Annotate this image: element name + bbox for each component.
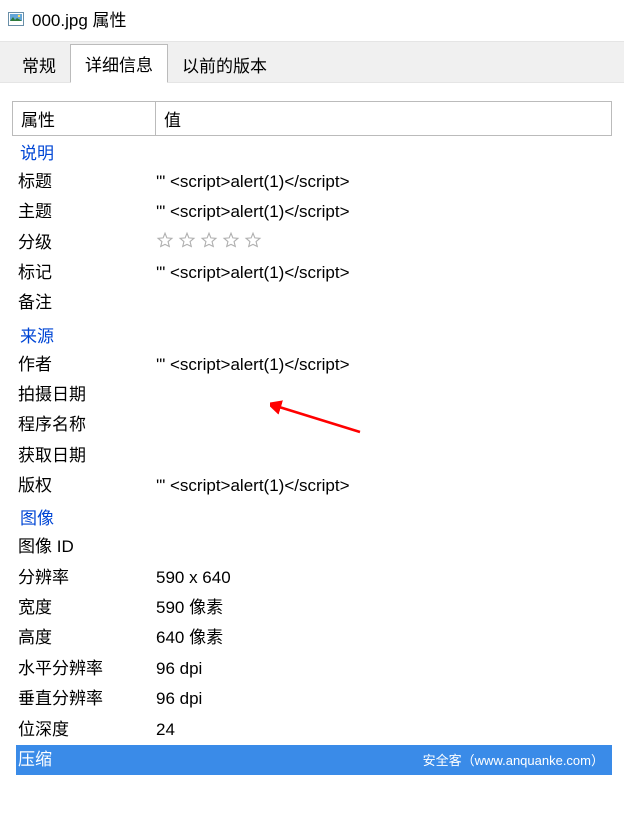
row-authors-label: 作者 xyxy=(16,352,156,378)
rating-stars[interactable] xyxy=(156,230,612,249)
column-header-value[interactable]: 值 xyxy=(156,102,611,135)
row-title-label: 标题 xyxy=(16,169,156,195)
row-height[interactable]: 高度 640 像素 xyxy=(16,623,612,653)
row-subject-value[interactable]: '" <script>alert(1)</script> xyxy=(156,199,612,225)
row-tags-label: 标记 xyxy=(16,260,156,286)
star-icon[interactable] xyxy=(156,231,174,249)
row-vres-value[interactable]: 96 dpi xyxy=(156,686,612,712)
star-icon[interactable] xyxy=(222,231,240,249)
row-bitdepth-value[interactable]: 24 xyxy=(156,717,612,743)
row-title-value[interactable]: '" <script>alert(1)</script> xyxy=(156,169,612,195)
section-origin: 来源 xyxy=(16,319,612,350)
row-dimensions-label: 分辨率 xyxy=(16,565,156,591)
tab-general[interactable]: 常规 xyxy=(8,46,70,83)
row-bitdepth[interactable]: 位深度 24 xyxy=(16,715,612,745)
row-tags[interactable]: 标记 '" <script>alert(1)</script> xyxy=(16,258,612,288)
row-title[interactable]: 标题 '" <script>alert(1)</script> xyxy=(16,167,612,197)
row-dimensions-value[interactable]: 590 x 640 xyxy=(156,565,612,591)
row-copyright[interactable]: 版权 '" <script>alert(1)</script> xyxy=(16,471,612,501)
row-date-acquired-value[interactable] xyxy=(156,443,612,469)
details-pane: 属性 值 说明 标题 '" <script>alert(1)</script> … xyxy=(0,83,624,775)
row-image-id[interactable]: 图像 ID xyxy=(16,532,612,562)
star-icon[interactable] xyxy=(178,231,196,249)
column-header-property[interactable]: 属性 xyxy=(13,102,155,135)
row-copyright-label: 版权 xyxy=(16,473,156,499)
row-width[interactable]: 宽度 590 像素 xyxy=(16,593,612,623)
row-vres-label: 垂直分辨率 xyxy=(16,686,156,712)
row-rating-label: 分级 xyxy=(16,230,156,256)
row-copyright-value[interactable]: '" <script>alert(1)</script> xyxy=(156,473,612,499)
row-hres-value[interactable]: 96 dpi xyxy=(156,656,612,682)
row-comments-label: 备注 xyxy=(16,290,156,316)
tab-details[interactable]: 详细信息 xyxy=(70,44,168,83)
row-date-taken-label: 拍摄日期 xyxy=(16,382,156,408)
row-image-id-label: 图像 ID xyxy=(16,534,156,560)
watermark: 安全客（www.anquanke.com） xyxy=(415,747,612,775)
row-dimensions[interactable]: 分辨率 590 x 640 xyxy=(16,563,612,593)
property-list: 说明 标题 '" <script>alert(1)</script> 主题 '"… xyxy=(12,136,612,775)
row-program-name[interactable]: 程序名称 xyxy=(16,410,612,440)
star-icon[interactable] xyxy=(200,231,218,249)
row-subject-label: 主题 xyxy=(16,199,156,225)
row-vres[interactable]: 垂直分辨率 96 dpi xyxy=(16,684,612,714)
row-compression[interactable]: 压缩 安全客（www.anquanke.com） xyxy=(16,745,612,775)
row-subject[interactable]: 主题 '" <script>alert(1)</script> xyxy=(16,197,612,227)
row-tags-value[interactable]: '" <script>alert(1)</script> xyxy=(156,260,612,286)
row-width-value[interactable]: 590 像素 xyxy=(156,595,612,621)
row-rating[interactable]: 分级 xyxy=(16,228,612,258)
row-comments[interactable]: 备注 xyxy=(16,288,612,318)
tab-bar: 常规 详细信息 以前的版本 xyxy=(0,41,624,83)
row-height-value[interactable]: 640 像素 xyxy=(156,625,612,651)
row-authors-value[interactable]: '" <script>alert(1)</script> xyxy=(156,352,612,378)
row-hres[interactable]: 水平分辨率 96 dpi xyxy=(16,654,612,684)
row-authors[interactable]: 作者 '" <script>alert(1)</script> xyxy=(16,350,612,380)
row-program-name-label: 程序名称 xyxy=(16,412,156,438)
tab-previous-versions[interactable]: 以前的版本 xyxy=(168,46,281,83)
row-date-taken-value[interactable] xyxy=(156,382,612,408)
row-date-acquired[interactable]: 获取日期 xyxy=(16,441,612,471)
row-bitdepth-label: 位深度 xyxy=(16,717,156,743)
row-rating-value[interactable] xyxy=(156,230,612,256)
star-icon[interactable] xyxy=(244,231,262,249)
row-date-acquired-label: 获取日期 xyxy=(16,443,156,469)
row-comments-value[interactable] xyxy=(156,290,612,316)
titlebar: 000.jpg 属性 xyxy=(0,0,624,41)
section-description: 说明 xyxy=(16,136,612,167)
window-title: 000.jpg 属性 xyxy=(32,6,127,31)
row-hres-label: 水平分辨率 xyxy=(16,656,156,682)
row-image-id-value[interactable] xyxy=(156,534,612,560)
section-image: 图像 xyxy=(16,501,612,532)
column-header-row: 属性 值 xyxy=(12,101,612,136)
row-date-taken[interactable]: 拍摄日期 xyxy=(16,380,612,410)
row-compression-label: 压缩 xyxy=(16,747,156,773)
row-width-label: 宽度 xyxy=(16,595,156,621)
row-program-name-value[interactable] xyxy=(156,412,612,438)
row-height-label: 高度 xyxy=(16,625,156,651)
image-file-icon xyxy=(8,11,24,27)
